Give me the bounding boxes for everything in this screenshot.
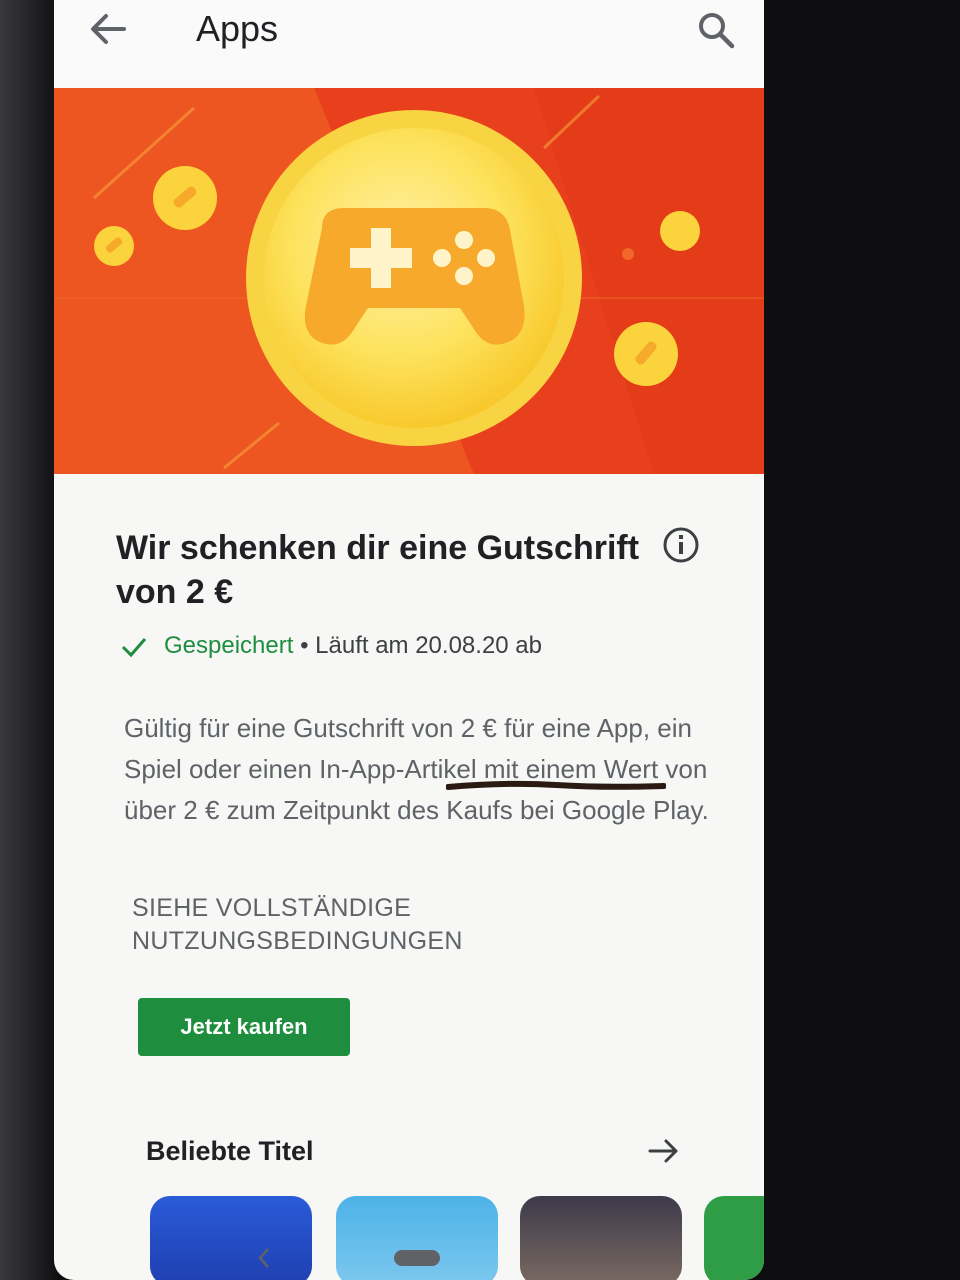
- pen-underline-mark: [446, 780, 666, 790]
- status-separator: •: [300, 632, 309, 659]
- search-icon: [699, 13, 735, 49]
- back-button[interactable]: [84, 6, 134, 52]
- expiry-label: Läuft am 20.08.20 ab: [315, 632, 542, 659]
- nav-back-icon[interactable]: [256, 1246, 272, 1270]
- popular-more-button[interactable]: [646, 1134, 682, 1168]
- offer-description: Gültig für eine Gutschrift von 2 € für e…: [124, 713, 709, 825]
- buy-now-button[interactable]: Jetzt kaufen: [138, 998, 350, 1056]
- gamepad-coin-icon: [54, 88, 764, 474]
- saved-label: Gespeichert: [164, 632, 294, 659]
- arrow-right-icon: [648, 1139, 678, 1163]
- promo-banner: [54, 88, 764, 474]
- info-icon: [663, 527, 699, 563]
- offer-status: Gespeichert • Läuft am 20.08.20 ab: [120, 632, 542, 664]
- phone-screen: Apps Wir schenken dir eine Gutschrift vo…: [54, 0, 764, 1280]
- nav-home-pill[interactable]: [394, 1250, 440, 1266]
- arrow-left-icon: [91, 14, 126, 44]
- terms-link[interactable]: SIEHE VOLLSTÄNDIGE NUTZUNGSBEDINGUNGEN: [132, 892, 552, 958]
- system-nav-bar: [54, 1236, 764, 1280]
- info-button[interactable]: [662, 526, 700, 564]
- search-button[interactable]: [694, 8, 738, 52]
- offer-headline: Wir schenken dir eine Gutschrift von 2 €: [116, 529, 640, 611]
- page-title: Apps: [196, 8, 279, 49]
- popular-section-title: Beliebte Titel: [146, 1136, 314, 1166]
- checkmark-icon: [121, 637, 147, 657]
- top-app-bar: Apps: [54, 0, 764, 88]
- background-surface: [0, 0, 60, 1280]
